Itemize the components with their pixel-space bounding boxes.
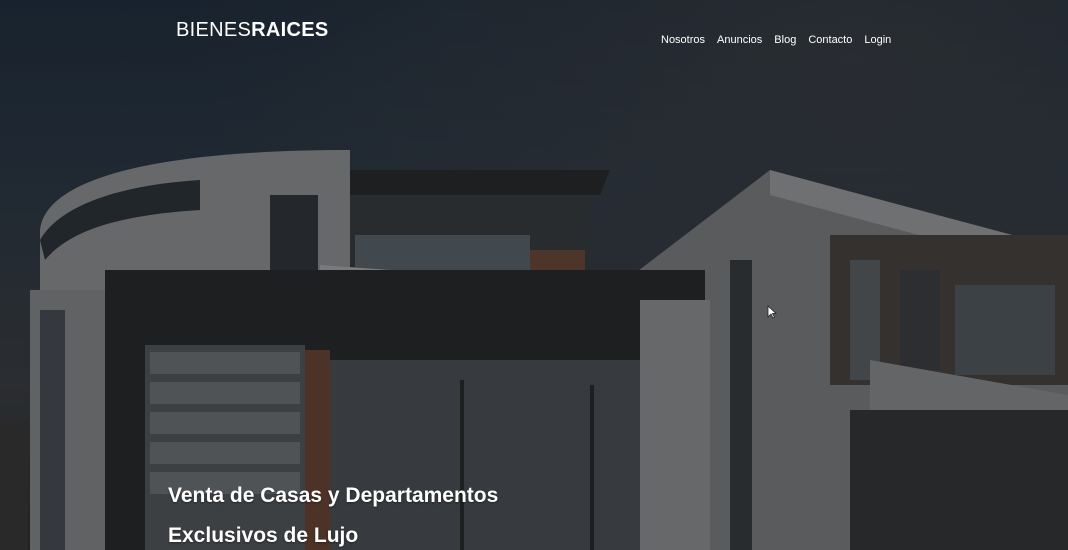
hero-heading-line-1: Venta de Casas y Departamentos (168, 484, 499, 507)
main-nav: Nosotros Anuncios Blog Contacto Login (661, 34, 891, 46)
nav-link-login[interactable]: Login (864, 34, 891, 46)
site-header: BIENESRAICES Nosotros Anuncios Blog Cont… (0, 0, 1068, 70)
nav-link-blog[interactable]: Blog (774, 34, 796, 46)
logo-text-bold: RAICES (251, 19, 329, 41)
hero-heading: Venta de Casas y Departamentos Exclusivo… (168, 476, 498, 550)
hero-section: BIENESRAICES Nosotros Anuncios Blog Cont… (0, 0, 1068, 550)
mouse-cursor-icon (767, 305, 777, 319)
logo[interactable]: BIENESRAICES (176, 19, 329, 42)
logo-text-thin: BIENES (176, 19, 252, 41)
nav-link-anuncios[interactable]: Anuncios (717, 34, 762, 46)
nav-link-contacto[interactable]: Contacto (808, 34, 852, 46)
dark-overlay (0, 0, 1068, 550)
nav-link-nosotros[interactable]: Nosotros (661, 34, 705, 46)
hero-heading-line-2: Exclusivos de Lujo (168, 524, 359, 547)
